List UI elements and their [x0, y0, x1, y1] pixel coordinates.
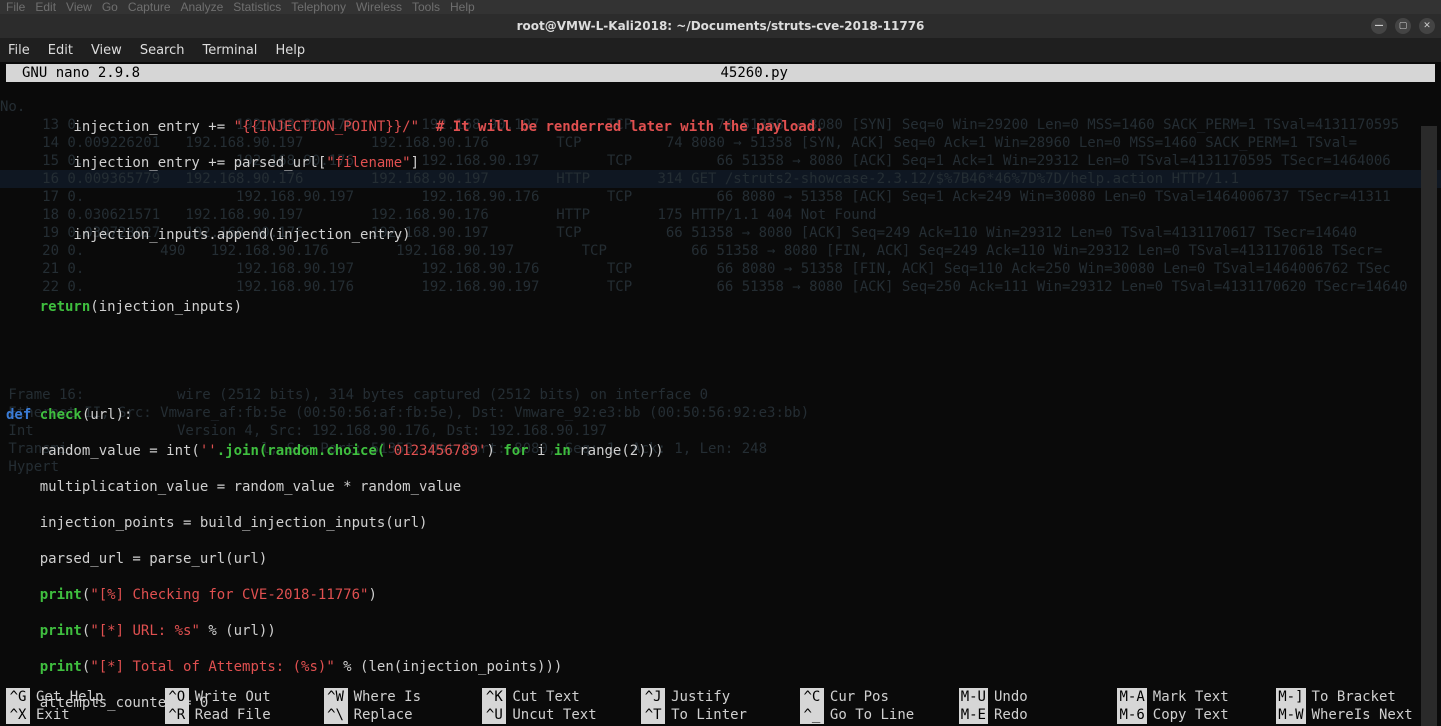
- shortcut-mark-text[interactable]: M-AMark Text: [1117, 688, 1276, 706]
- shortcut-whereis-next[interactable]: M-WWhereIs Next: [1276, 706, 1435, 724]
- close-icon[interactable]: ✕: [1419, 18, 1435, 34]
- shortcut-where-is[interactable]: ^WWhere Is: [324, 688, 483, 706]
- shortcut-go-to-line[interactable]: ^_Go To Line: [800, 706, 959, 724]
- window-title: root@VMW-L-Kali2018: ~/Documents/struts-…: [517, 19, 925, 33]
- minimize-icon[interactable]: —: [1371, 18, 1387, 34]
- titlebar[interactable]: root@VMW-L-Kali2018: ~/Documents/struts-…: [0, 14, 1441, 38]
- shortcut-to-linter[interactable]: ^TTo Linter: [641, 706, 800, 724]
- shortcut-replace[interactable]: ^\Replace: [324, 706, 483, 724]
- shortcut-to-bracket[interactable]: M-]To Bracket: [1276, 688, 1435, 706]
- terminal-body[interactable]: GNU nano 2.9.8 45260.py No. 13 0. 192.16…: [0, 62, 1441, 726]
- shortcut-redo[interactable]: M-ERedo: [959, 706, 1118, 724]
- shortcut-justify[interactable]: ^JJustify: [641, 688, 800, 706]
- shortcut-write-out[interactable]: ^OWrite Out: [165, 688, 324, 706]
- menu-edit[interactable]: Edit: [48, 43, 73, 58]
- os-menubar: FileEditViewGoCaptureAnalyzeStatisticsTe…: [0, 0, 1441, 14]
- menu-help[interactable]: Help: [275, 43, 305, 58]
- menu-search[interactable]: Search: [140, 43, 185, 58]
- shortcut-get-help[interactable]: ^GGet Help: [6, 688, 165, 706]
- maximize-icon[interactable]: ▢: [1395, 18, 1411, 34]
- menu-file[interactable]: File: [8, 43, 30, 58]
- menu-terminal[interactable]: Terminal: [202, 43, 257, 58]
- shortcut-cut-text[interactable]: ^KCut Text: [482, 688, 641, 706]
- scrollbar[interactable]: [1421, 126, 1437, 726]
- editor-content[interactable]: injection_entry += "{{INJECTION_POINT}}/…: [6, 82, 1435, 726]
- shortcut-exit[interactable]: ^XExit: [6, 706, 165, 724]
- nano-footer: ^GGet Help^OWrite Out^WWhere Is^KCut Tex…: [6, 688, 1435, 724]
- shortcut-undo[interactable]: M-UUndo: [959, 688, 1118, 706]
- menu-view[interactable]: View: [91, 43, 122, 58]
- shortcut-uncut-text[interactable]: ^UUncut Text: [482, 706, 641, 724]
- shortcut-cur-pos[interactable]: ^CCur Pos: [800, 688, 959, 706]
- shortcut-copy-text[interactable]: M-6Copy Text: [1117, 706, 1276, 724]
- terminal-window: root@VMW-L-Kali2018: ~/Documents/struts-…: [0, 14, 1441, 726]
- terminal-menubar: File Edit View Search Terminal Help: [0, 38, 1441, 62]
- shortcut-read-file[interactable]: ^RRead File: [165, 706, 324, 724]
